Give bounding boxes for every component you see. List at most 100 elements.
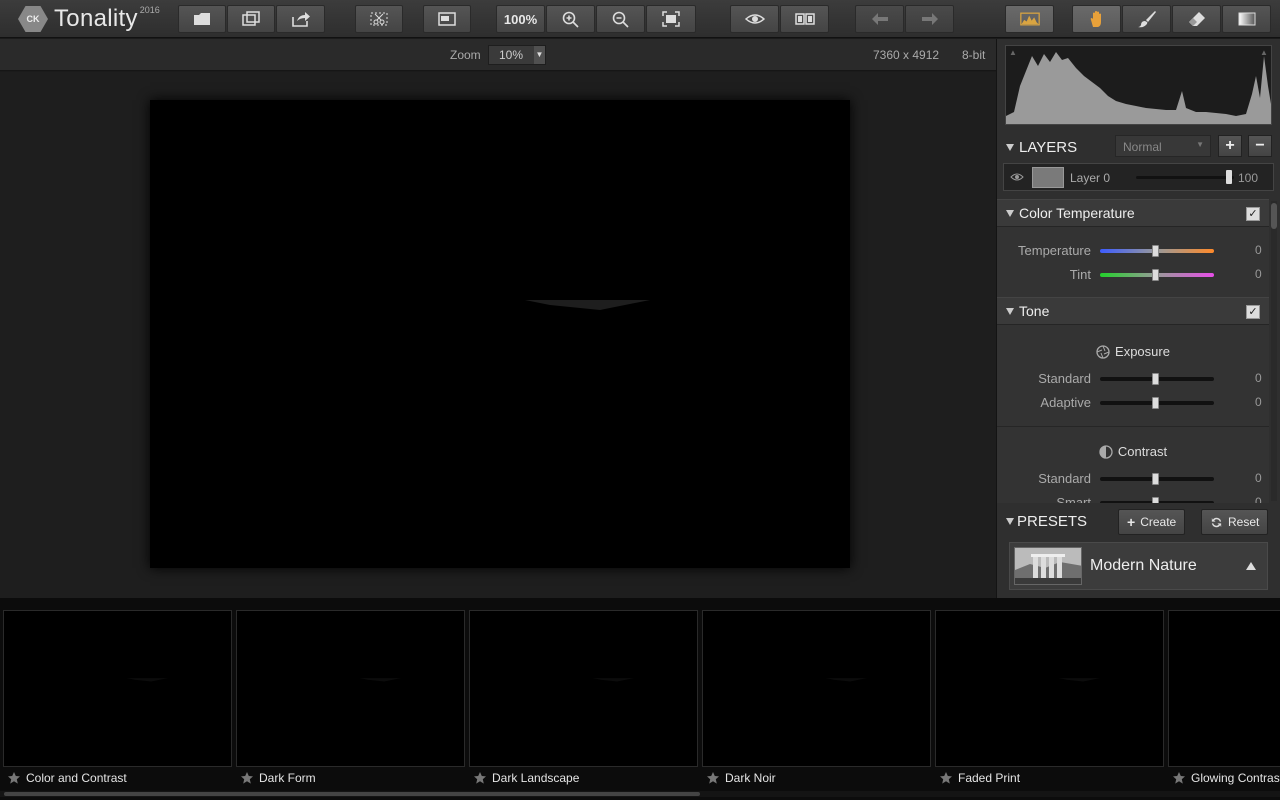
favorite-star-icon[interactable]	[473, 771, 487, 785]
hand-tool-button[interactable]	[1072, 5, 1121, 33]
preset-filmstrip: .f0 .sky{fill:url(#fg0)} .f0 .mtn1{fill:…	[0, 598, 1280, 800]
undo-button[interactable]	[855, 5, 904, 33]
plus-icon: +	[1127, 514, 1136, 530]
layer-opacity-slider[interactable]	[1136, 176, 1234, 179]
batch-button[interactable]	[227, 5, 275, 33]
preset-thumbnail-item[interactable]: .f2 .sky{fill:url(#fg2)} .f2 .mtn1{fill:…	[469, 610, 698, 788]
main-photo[interactable]: .p .sky{fill:url(#skyG)} .p .mtn1{fill:#…	[150, 100, 850, 568]
preset-thumbnail-item[interactable]: .f1 .sky{fill:url(#fg1)} .f1 .mtn1{fill:…	[236, 610, 465, 788]
preset-name: Glowing Contrast	[1191, 771, 1280, 785]
compare-window-icon	[438, 12, 456, 26]
histogram-toggle-button[interactable]	[1005, 5, 1054, 33]
split-view-button[interactable]	[780, 5, 829, 33]
preset-label[interactable]: Faded Print	[939, 771, 1020, 785]
redo-button[interactable]	[905, 5, 954, 33]
collapse-triangle-icon[interactable]	[1006, 210, 1014, 217]
preset-preview-image[interactable]: .f3 .sky{fill:url(#fg3)} .f3 .mtn1{fill:…	[702, 610, 931, 767]
preset-preview-image[interactable]: .f4 .sky{fill:url(#fg4)} .f4 .mtn1{fill:…	[935, 610, 1164, 767]
preset-preview-image[interactable]: .f0 .sky{fill:url(#fg0)} .f0 .mtn1{fill:…	[3, 610, 232, 767]
layer-row[interactable]: Layer 0 100	[1003, 163, 1274, 191]
crop-button[interactable]	[355, 5, 403, 33]
exposure-title: Exposure	[1115, 344, 1170, 359]
favorite-star-icon[interactable]	[706, 771, 720, 785]
layer-opacity-value: 100	[1238, 171, 1259, 185]
create-preset-button[interactable]: + Create	[1118, 509, 1186, 535]
favorite-star-icon[interactable]	[939, 771, 953, 785]
contrast-smart-label: Smart	[1056, 495, 1091, 503]
export-button[interactable]	[276, 5, 325, 33]
preset-thumbnail-item[interactable]: .f3 .sky{fill:url(#fg3)} .f3 .mtn1{fill:…	[702, 610, 931, 788]
collapse-triangle-icon[interactable]	[1006, 308, 1014, 315]
layers-title: LAYERS	[1019, 139, 1078, 156]
zoom-in-button[interactable]	[546, 5, 595, 33]
collapse-triangle-icon[interactable]	[1006, 518, 1014, 525]
brush-tool-icon	[1137, 11, 1156, 28]
zoom-out-button[interactable]	[596, 5, 645, 33]
image-canvas[interactable]: .p .sky{fill:url(#skyG)} .p .mtn1{fill:#…	[0, 72, 996, 598]
reset-preset-button[interactable]: Reset	[1201, 509, 1269, 535]
contrast-standard-value: 0	[1255, 471, 1262, 485]
current-preset[interactable]: Modern Nature	[1009, 542, 1268, 590]
preset-thumbnail-item[interactable]: .f4 .sky{fill:url(#fg4)} .f4 .mtn1{fill:…	[935, 610, 1164, 788]
preset-label[interactable]: Color and Contrast	[7, 771, 127, 785]
preset-label[interactable]: Dark Landscape	[473, 771, 579, 785]
preset-label[interactable]: Glowing Contrast	[1172, 771, 1280, 785]
preset-thumbnail-item[interactable]: .f0 .sky{fill:url(#fg0)} .f0 .mtn1{fill:…	[3, 610, 232, 788]
visibility-eye-icon[interactable]	[1010, 171, 1024, 183]
fit-button[interactable]	[646, 5, 696, 33]
preset-preview-image[interactable]: .f1 .sky{fill:url(#fg1)} .f1 .mtn1{fill:…	[236, 610, 465, 767]
remove-layer-button[interactable]: −	[1248, 135, 1272, 157]
color-temperature-checkbox[interactable]: ✓	[1246, 207, 1260, 221]
eraser-tool-button[interactable]	[1172, 5, 1221, 33]
preset-label[interactable]: Dark Form	[240, 771, 316, 785]
brush-tool-button[interactable]	[1122, 5, 1171, 33]
favorite-star-icon[interactable]	[1172, 771, 1186, 785]
preset-preview-image[interactable]: .f5 .sky{fill:url(#fg5)} .f5 .mtn1{fill:…	[1168, 610, 1280, 767]
zoom-100-button[interactable]: 100%	[496, 5, 545, 33]
contrast-standard-knob[interactable]	[1152, 473, 1159, 485]
scrollbar-thumb[interactable]	[1271, 203, 1277, 229]
add-layer-button[interactable]: +	[1218, 135, 1242, 157]
eraser-tool-icon	[1188, 12, 1205, 26]
exposure-standard-label: Standard	[1038, 371, 1091, 386]
chevron-down-icon: ▼	[1196, 140, 1204, 149]
favorite-star-icon[interactable]	[240, 771, 254, 785]
compare-window-button[interactable]	[423, 5, 471, 33]
bit-depth: 8-bit	[962, 48, 986, 62]
highlight-clip-icon[interactable]: ▲	[1260, 48, 1270, 58]
preview-button[interactable]	[730, 5, 779, 33]
favorite-star-icon[interactable]	[7, 771, 21, 785]
blend-mode-select[interactable]: Normal ▼	[1115, 135, 1211, 157]
exposure-group-title: Exposure	[997, 344, 1269, 359]
collapse-triangle-icon[interactable]	[1006, 144, 1014, 151]
tone-checkbox[interactable]: ✓	[1246, 305, 1260, 319]
temperature-value: 0	[1255, 243, 1262, 257]
shadow-clip-icon[interactable]: ▲	[1009, 48, 1019, 58]
preset-thumbnail-item[interactable]: .f5 .sky{fill:url(#fg5)} .f5 .mtn1{fill:…	[1168, 610, 1280, 788]
contrast-smart-value: 0	[1255, 495, 1262, 503]
layers-header: LAYERS Normal ▼ + −	[997, 133, 1280, 161]
color-temperature-header[interactable]: Color Temperature ✓	[997, 199, 1269, 227]
preset-name: Color and Contrast	[26, 771, 127, 785]
adjustments-scrollbar[interactable]	[1271, 201, 1277, 501]
filmstrip-scroll-thumb[interactable]	[4, 792, 700, 796]
histogram: ▲ ▲	[1005, 45, 1272, 125]
tone-header[interactable]: Tone ✓	[997, 297, 1269, 325]
open-button[interactable]	[178, 5, 226, 33]
layer-opacity-knob[interactable]	[1226, 170, 1233, 184]
preset-name: Dark Landscape	[492, 771, 580, 785]
temperature-knob[interactable]	[1152, 245, 1159, 257]
filmstrip-scrollbar[interactable]	[0, 791, 1280, 797]
exposure-adaptive-knob[interactable]	[1152, 397, 1159, 409]
caret-up-icon[interactable]	[1246, 562, 1256, 570]
exposure-standard-knob[interactable]	[1152, 373, 1159, 385]
open-icon	[194, 13, 210, 25]
preset-preview-image[interactable]: .f2 .sky{fill:url(#fg2)} .f2 .mtn1{fill:…	[469, 610, 698, 767]
preset-label[interactable]: Dark Noir	[706, 771, 776, 785]
zoom-select[interactable]: 10% ▼	[488, 45, 546, 65]
tint-knob[interactable]	[1152, 269, 1159, 281]
tonality-window: CK Tonality 2016 100% Zoom 10% ▼ 7360 x …	[0, 0, 1280, 800]
undo-icon	[871, 13, 888, 25]
contrast-smart-knob[interactable]	[1152, 497, 1159, 503]
gradient-tool-button[interactable]	[1222, 5, 1271, 33]
